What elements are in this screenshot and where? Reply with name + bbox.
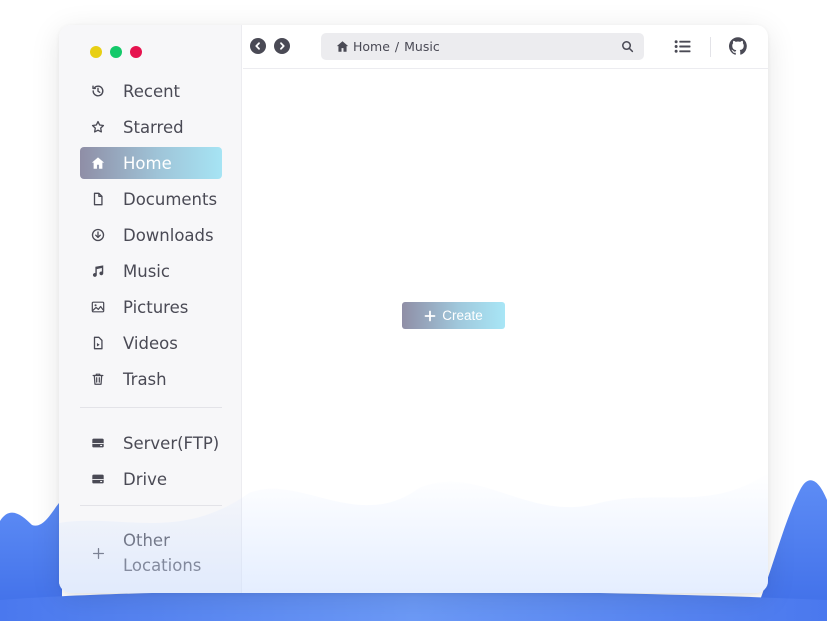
plus-icon	[90, 547, 106, 560]
sidebar-divider	[80, 407, 222, 408]
video-file-icon	[90, 335, 106, 351]
sidebar-item-label: Trash	[123, 369, 167, 389]
star-icon	[90, 119, 106, 135]
sidebar-item-label: Downloads	[123, 225, 214, 245]
maximize-button[interactable]	[110, 46, 122, 58]
sidebar-item-label: Recent	[123, 81, 181, 101]
screen: Recent Starred Home Documents Downloads …	[0, 0, 827, 621]
document-icon	[90, 191, 106, 207]
history-icon	[90, 83, 106, 99]
server-icon	[90, 435, 106, 451]
back-button[interactable]	[250, 38, 266, 54]
github-icon[interactable]	[729, 37, 747, 55]
sidebar-item-documents[interactable]: Documents	[80, 183, 222, 215]
close-button[interactable]	[130, 46, 142, 58]
file-view: Create	[243, 70, 768, 593]
home-icon	[336, 41, 349, 52]
sidebar-item-server-ftp[interactable]: Server(FTP)	[80, 427, 222, 459]
sidebar-item-label: Videos	[123, 333, 178, 353]
sidebar: Recent Starred Home Documents Downloads …	[59, 25, 242, 593]
search-icon[interactable]	[621, 40, 634, 53]
sidebar-item-starred[interactable]: Starred	[80, 111, 222, 143]
sidebar-item-trash[interactable]: Trash	[80, 363, 222, 395]
sidebar-item-label: Home	[123, 153, 172, 173]
sidebar-item-recent[interactable]: Recent	[80, 75, 222, 107]
sidebar-item-other-locations[interactable]: Other Locations	[80, 528, 222, 578]
sidebar-item-label: Music	[123, 261, 170, 281]
toolbar: Home / Music	[243, 25, 768, 69]
create-button-label: Create	[442, 308, 483, 323]
forward-button[interactable]	[274, 38, 290, 54]
places-list: Recent Starred Home Documents Downloads …	[80, 75, 222, 399]
sidebar-item-label: Starred	[123, 117, 184, 137]
create-button[interactable]: Create	[402, 302, 505, 329]
music-icon	[90, 263, 106, 279]
path-segment-current[interactable]: Music	[404, 39, 440, 54]
minimize-button[interactable]	[90, 46, 102, 58]
sidebar-item-label: Drive	[123, 469, 167, 489]
list-view-icon[interactable]	[674, 38, 691, 55]
sidebar-divider	[80, 505, 222, 506]
sidebar-item-downloads[interactable]: Downloads	[80, 219, 222, 251]
file-manager-window: Recent Starred Home Documents Downloads …	[59, 25, 768, 593]
download-icon	[90, 227, 106, 243]
drive-icon	[90, 471, 106, 487]
sidebar-item-home[interactable]: Home	[80, 147, 222, 179]
sidebar-item-drive[interactable]: Drive	[80, 463, 222, 495]
window-controls	[90, 46, 142, 58]
path-segment-home[interactable]: Home	[353, 39, 390, 54]
chevron-left-icon	[255, 42, 260, 50]
image-icon	[90, 299, 106, 315]
plus-icon	[424, 310, 436, 321]
sidebar-item-label: Server(FTP)	[123, 433, 220, 453]
path-bar[interactable]: Home / Music	[321, 33, 644, 60]
chevron-right-icon	[280, 42, 285, 50]
devices-list: Server(FTP) Drive	[80, 427, 222, 499]
home-icon	[90, 155, 106, 171]
sidebar-item-videos[interactable]: Videos	[80, 327, 222, 359]
toolbar-separator	[710, 37, 711, 57]
trash-icon	[90, 371, 106, 387]
sidebar-item-label: Other Locations	[123, 531, 202, 575]
path-separator: /	[394, 39, 400, 54]
sidebar-item-music[interactable]: Music	[80, 255, 222, 287]
sidebar-item-pictures[interactable]: Pictures	[80, 291, 222, 323]
sidebar-item-label: Documents	[123, 189, 218, 209]
sidebar-item-label: Pictures	[123, 297, 189, 317]
